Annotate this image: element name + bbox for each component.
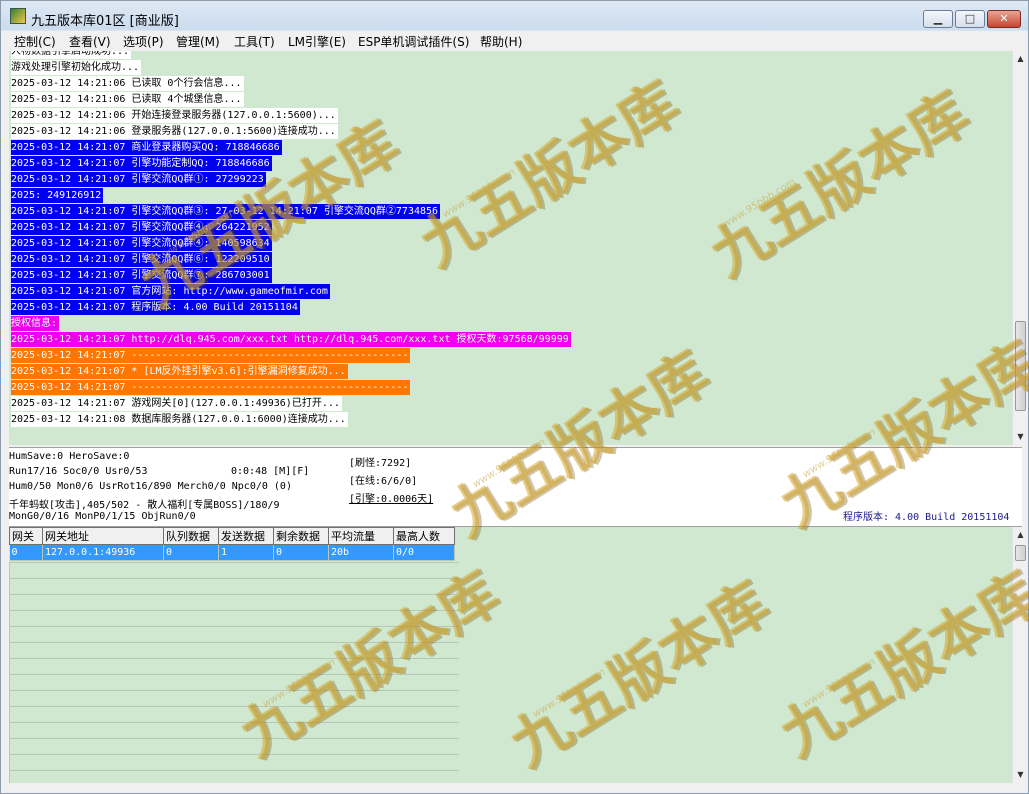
log-line: 2025-03-12 14:21:07 引擎交流QQ群③: 27-03-12 1… xyxy=(11,204,441,219)
col-gate[interactable]: 网关 xyxy=(9,527,43,545)
log-panel[interactable]: 人物数据引擎启动成功... 游戏处理引擎初始化成功... 2025-03-12 14… xyxy=(9,51,1012,445)
col-avg-traffic[interactable]: 平均流量 xyxy=(328,527,394,545)
log-line: 2025-03-12 14:21:07 引擎交流QQ群⑥: 122209510 xyxy=(11,252,272,267)
log-line: 2025-03-12 14:21:07 --------------------… xyxy=(11,348,411,363)
window-title: 九五版本库01区 [商业版] xyxy=(31,14,179,29)
log-line: 2025-03-12 14:21:07 游戏网关[0](127.0.0.1:49… xyxy=(11,396,342,411)
cell-address: 127.0.0.1:49936 xyxy=(42,544,164,561)
grid-scroll-up-arrow-icon[interactable]: ▲ xyxy=(1013,527,1028,543)
cell-queue: 0 xyxy=(163,544,219,561)
status-mon: MonG0/0/16 MonP0/1/15 ObjRun0/0 xyxy=(9,511,196,522)
log-line: 2025-03-12 14:21:08 数据库服务器(127.0.0.1:600… xyxy=(11,412,348,427)
menu-bar: 控制(C) 查看(V) 选项(P) 管理(M) 工具(T) LM引擎(E) ES… xyxy=(1,31,1028,51)
grid-scrollbar[interactable]: ▲ ▼ xyxy=(1012,527,1028,783)
log-line: 2025-03-12 14:21:06 已读取 0个行会信息... xyxy=(11,76,244,91)
log-line: 2025-03-12 14:21:07 引擎交流QQ群④: 264221952 xyxy=(11,220,272,235)
status-engine: [引擎:0.0006天] xyxy=(349,494,434,505)
cell-avg-traffic: 20b xyxy=(328,544,394,561)
status-version: 程序版本: 4.00 Build 20151104 xyxy=(843,512,1010,523)
col-queue[interactable]: 队列数据 xyxy=(163,527,219,545)
log-scrollbar[interactable]: ▲ ▼ xyxy=(1012,51,1028,445)
log-line: 2025-03-12 14:21:07 * [LM反外挂引擎v3.6]:引擎漏洞… xyxy=(11,364,348,379)
log-line: 2025-03-12 14:21:07 引擎交流QQ群④: 140598634 xyxy=(11,236,272,251)
log-line: 2025-03-12 14:21:07 商业登录器购买QQ: 718846686 xyxy=(11,140,282,155)
cell-remaining: 0 xyxy=(273,544,329,561)
log-line: 人物数据引擎启动成功... xyxy=(11,51,132,59)
scroll-up-arrow-icon[interactable]: ▲ xyxy=(1013,51,1028,67)
status-boss: 千年蚂蚁[攻击],405/502 - 散人福利[专属BOSS]/180/9 xyxy=(9,500,280,511)
log-line: 2025-03-12 14:21:07 引擎交流QQ群①: 27299223 xyxy=(11,172,266,187)
col-remaining[interactable]: 剩余数据 xyxy=(273,527,329,545)
maximize-button[interactable]: □ xyxy=(955,10,985,28)
col-sent[interactable]: 发送数据 xyxy=(218,527,274,545)
gate-table[interactable]: 网关 网关地址 队列数据 发送数据 剩余数据 平均流量 最高人数 0 127.0… xyxy=(9,527,455,561)
app-icon xyxy=(10,8,26,24)
main-window: 九五版本库01区 [商业版] ▁ □ ✕ 控制(C) 查看(V) 选项(P) 管… xyxy=(0,0,1029,794)
log-line: 2025-03-12 14:21:07 --------------------… xyxy=(11,380,411,395)
status-refresh: [刷怪:7292] xyxy=(349,458,412,469)
menu-esp-plugin[interactable]: ESP单机调试插件(S) xyxy=(358,33,469,50)
menu-help[interactable]: 帮助(H) xyxy=(480,33,522,50)
grid-empty-rows xyxy=(9,562,459,783)
cell-max-users: 0/0 xyxy=(393,544,455,561)
menu-manage[interactable]: 管理(M) xyxy=(176,33,220,50)
log-line: 2025-03-12 14:21:07 http://dlq.945.com/x… xyxy=(11,332,571,347)
log-line: 游戏处理引擎初始化成功... xyxy=(11,60,142,75)
grid-scroll-thumb[interactable] xyxy=(1015,545,1026,561)
status-humsave: HumSave:0 HeroSave:0 xyxy=(9,451,130,462)
log-line: 2025-03-12 14:21:06 登录服务器(127.0.0.1:5600… xyxy=(11,124,338,139)
menu-tools[interactable]: 工具(T) xyxy=(234,33,275,50)
scroll-down-arrow-icon[interactable]: ▼ xyxy=(1013,429,1028,445)
menu-control[interactable]: 控制(C) xyxy=(14,33,56,50)
status-panel: HumSave:0 HeroSave:0 Run17/16 Soc0/0 Usr… xyxy=(9,447,1022,527)
log-line: 2025-03-12 14:21:07 官方网站: http://www.gam… xyxy=(11,284,330,299)
table-row[interactable]: 0 127.0.0.1:49936 0 1 0 20b 0/0 xyxy=(9,544,455,561)
grid-scroll-down-arrow-icon[interactable]: ▼ xyxy=(1013,767,1028,783)
menu-options[interactable]: 选项(P) xyxy=(123,33,164,50)
menu-lm-engine[interactable]: LM引擎(E) xyxy=(288,33,346,50)
status-hum: Hum0/50 Mon0/6 UsrRot16/890 Merch0/0 Npc… xyxy=(9,481,292,492)
log-line: 授权信息: xyxy=(11,316,60,331)
gate-grid-area: 网关 网关地址 队列数据 发送数据 剩余数据 平均流量 最高人数 0 127.0… xyxy=(9,527,1012,783)
status-timer: 0:0:48 [M][F] xyxy=(231,466,310,477)
log-line: 2025-03-12 14:21:07 程序版本: 4.00 Build 201… xyxy=(11,300,300,315)
log-line: 2025: 249126912 xyxy=(11,188,104,203)
log-scroll-thumb[interactable] xyxy=(1015,321,1026,411)
col-max-users[interactable]: 最高人数 xyxy=(393,527,455,545)
col-gate-address[interactable]: 网关地址 xyxy=(42,527,164,545)
cell-gate: 0 xyxy=(9,544,43,561)
log-line: 2025-03-12 14:21:07 引擎功能定制QQ: 718846686 xyxy=(11,156,272,171)
log-line: 2025-03-12 14:21:06 开始连接登录服务器(127.0.0.1:… xyxy=(11,108,338,123)
log-line: 2025-03-12 14:21:06 已读取 4个城堡信息... xyxy=(11,92,244,107)
title-bar[interactable]: 九五版本库01区 [商业版] ▁ □ ✕ xyxy=(1,1,1028,31)
log-line: 2025-03-12 14:21:07 引擎交流QQ群⑦: 286703001 xyxy=(11,268,272,283)
minimize-button[interactable]: ▁ xyxy=(923,10,953,28)
close-button[interactable]: ✕ xyxy=(987,10,1021,28)
status-run: Run17/16 Soc0/0 Usr0/53 xyxy=(9,466,148,477)
menu-view[interactable]: 查看(V) xyxy=(69,33,111,50)
cell-sent: 1 xyxy=(218,544,274,561)
status-online: [在线:6/6/0] xyxy=(349,476,418,487)
